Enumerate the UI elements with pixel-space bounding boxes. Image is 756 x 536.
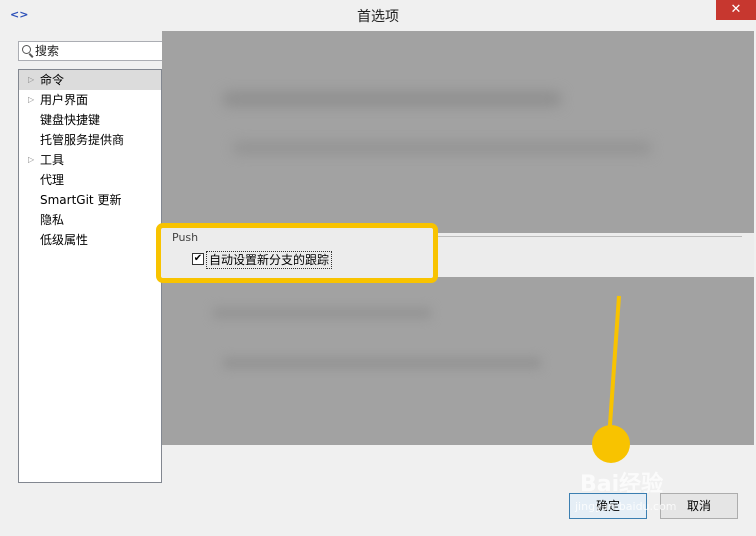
blurred-settings-bottom xyxy=(162,277,754,445)
tree-item-tools[interactable]: ▷ 工具 xyxy=(19,150,161,170)
tree-item-label: 键盘快捷键 xyxy=(40,113,101,127)
tree-item-low-level[interactable]: 低级属性 xyxy=(19,230,161,250)
search-box[interactable] xyxy=(18,41,178,61)
tree-item-label: 托管服务提供商 xyxy=(40,133,125,147)
push-group-label: Push xyxy=(172,231,199,244)
watermark-logo: Bai经验 xyxy=(580,472,664,497)
title-bar: <> 首选项 ✕ xyxy=(0,0,756,30)
search-icon xyxy=(22,45,31,54)
tree-item-proxy[interactable]: 代理 xyxy=(19,170,161,190)
expand-arrow-icon[interactable]: ▷ xyxy=(28,150,34,170)
tree-item-privacy[interactable]: 隐私 xyxy=(19,210,161,230)
tree-item-label: 代理 xyxy=(40,173,65,187)
tree-item-label: 命令 xyxy=(40,73,65,87)
tree-item-commands[interactable]: ▷ 命令 xyxy=(19,70,161,90)
tree-item-shortcuts[interactable]: 键盘快捷键 xyxy=(19,110,161,130)
pointer-dot xyxy=(592,425,630,463)
watermark-url: jingyan.baidu.com xyxy=(575,500,677,513)
tree-item-label: SmartGit 更新 xyxy=(40,193,122,207)
expand-arrow-icon[interactable]: ▷ xyxy=(28,70,34,90)
tree-item-updates[interactable]: SmartGit 更新 xyxy=(19,190,161,210)
search-input[interactable] xyxy=(35,43,175,59)
tree-item-label: 隐私 xyxy=(40,213,65,227)
auto-tracking-label[interactable]: 自动设置新分支的跟踪 xyxy=(206,251,333,269)
expand-arrow-icon[interactable]: ▷ xyxy=(28,90,34,110)
tree-item-ui[interactable]: ▷ 用户界面 xyxy=(19,90,161,110)
settings-tree[interactable]: ▷ 命令 ▷ 用户界面 键盘快捷键 托管服务提供商 ▷ 工具 代理 SmartGit … xyxy=(18,69,162,483)
tree-item-label: 低级属性 xyxy=(40,233,89,247)
tree-item-hosting[interactable]: 托管服务提供商 xyxy=(19,130,161,150)
window-title: 首选项 xyxy=(357,9,399,25)
close-button[interactable]: ✕ xyxy=(716,0,756,20)
tree-item-label: 用户界面 xyxy=(40,93,89,107)
tree-item-label: 工具 xyxy=(40,153,65,167)
auto-tracking-checkbox[interactable]: ✔ xyxy=(192,253,204,265)
blurred-settings-top xyxy=(162,31,754,233)
